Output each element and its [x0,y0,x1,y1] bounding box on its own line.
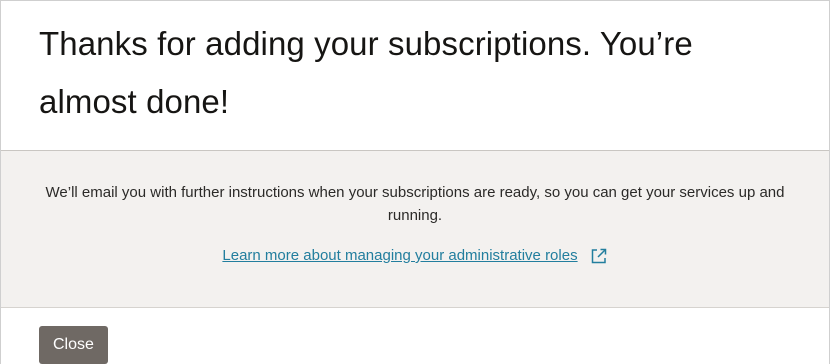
dialog-body: We’ll email you with further instruction… [1,151,829,308]
learn-more-link-label: Learn more about managing your administr… [222,247,578,264]
dialog-title: Thanks for adding your subscriptions. Yo… [39,25,693,120]
learn-more-link[interactable]: Learn more about managing your administr… [222,246,607,266]
subscription-dialog: Thanks for adding your subscriptions. Yo… [0,0,830,364]
close-button[interactable]: Close [39,326,108,364]
external-link-icon [590,247,608,265]
dialog-message: We’ll email you with further instruction… [45,184,785,224]
dialog-header: Thanks for adding your subscriptions. Yo… [1,1,829,151]
dialog-footer: Close [1,308,829,364]
